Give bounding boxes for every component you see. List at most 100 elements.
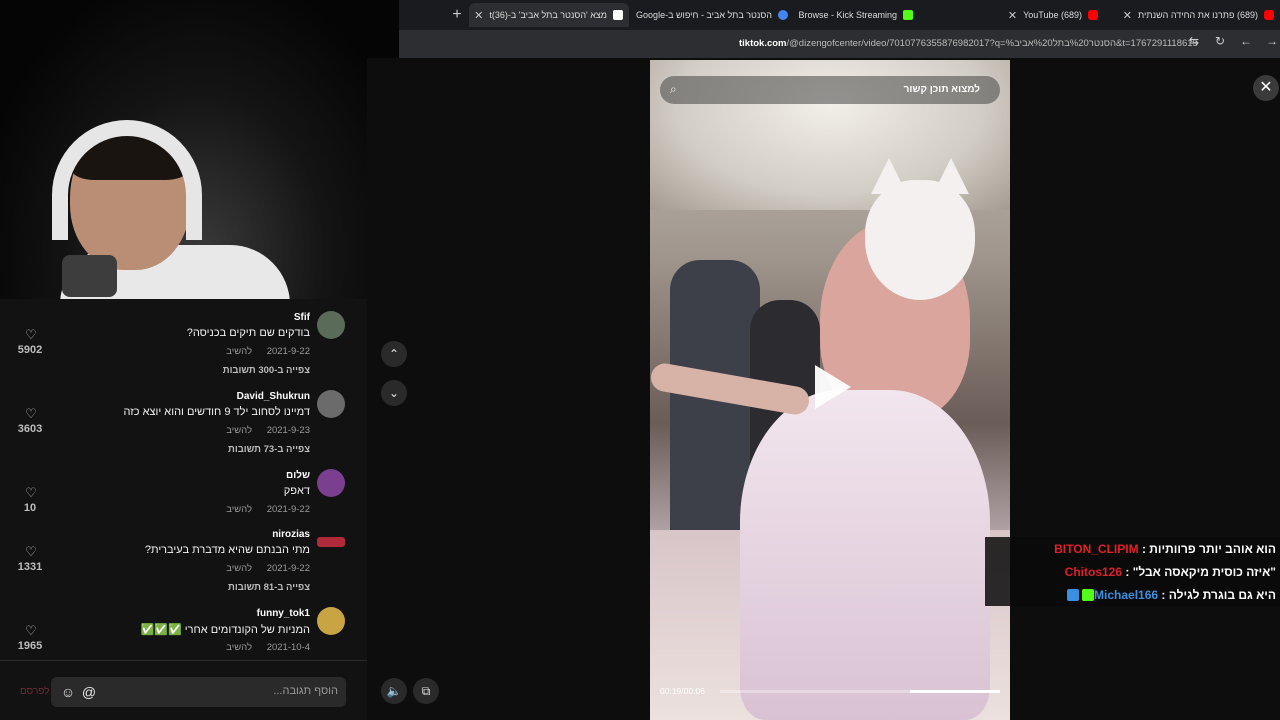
tab-title: הסנטר בתל אביב - חיפוש ב-Google: [636, 10, 772, 20]
view-replies-button[interactable]: צפייה ב-300 תשובות: [223, 365, 310, 376]
browser-tab[interactable]: (689) פתרנו את החידה השנתית ✕: [1114, 3, 1280, 27]
youtube-icon: [1088, 10, 1098, 20]
comments-panel: Sfif בודקים שם תיקים בכניסה? 2021-9-22 ל…: [0, 299, 367, 660]
comment-text: המניות של הקונדומים אחרי ✅✅✅: [140, 624, 310, 636]
comment-date: 2021-10-4: [266, 642, 310, 653]
chat-message: "איזה כוסית מיקאסה אבל" : Chitos126: [985, 560, 1280, 583]
avatar[interactable]: [317, 469, 345, 497]
video-progress-fill: [910, 690, 1000, 693]
comment-author[interactable]: funny_tok1: [257, 608, 310, 619]
like-count: 1965: [17, 640, 43, 652]
comment-date: 2021-9-22: [266, 563, 310, 574]
picture-in-picture-button[interactable]: ⧉: [413, 678, 439, 704]
comment-item: funny_tok1 המניות של הקונדומים אחרי ✅✅✅ …: [0, 600, 367, 660]
comment-text: דמיינו לסחוב ילד 9 חודשים והוא יוצא כזה: [123, 406, 311, 418]
mention-icon[interactable]: @: [81, 684, 97, 700]
heart-icon[interactable]: ♡: [24, 407, 38, 421]
video-time: 00:19/00:06: [660, 686, 705, 696]
heart-icon[interactable]: ♡: [24, 624, 38, 638]
comment-item: Sfif בודקים שם תיקים בכניסה? 2021-9-22 ל…: [0, 304, 367, 379]
related-search-bar[interactable]: ⌕ למצוא תוכן קשור: [660, 76, 1000, 104]
url-text[interactable]: tiktok.com/@dizengofcenter/video/7010776…: [739, 38, 1198, 49]
browser-tab[interactable]: Browse - Kick Streaming ✕: [794, 3, 919, 27]
reply-button[interactable]: להשיב: [226, 563, 252, 574]
tiktok-icon: [613, 10, 623, 20]
volume-button[interactable]: 🔈: [381, 678, 407, 704]
close-tab-icon[interactable]: ✕: [1123, 9, 1132, 22]
video-frame-dress: [740, 390, 990, 720]
previous-video-button[interactable]: ⌃: [381, 341, 407, 367]
chat-username: BITON_CLIPIM: [1054, 541, 1139, 556]
view-replies-button[interactable]: צפייה ב-81 תשובות: [228, 582, 310, 593]
chat-message: היא גם בוגרת לגילה : Michael166: [985, 583, 1280, 606]
search-icon: ⌕: [670, 82, 677, 96]
comment-composer: לפרסם ☺ @: [0, 660, 367, 720]
video-frame-cat-mask: [865, 158, 975, 300]
webcam-microphone: [62, 255, 117, 297]
url-path: /@dizengofcenter/video/70107763558769820…: [786, 38, 1198, 49]
like-count: 5902: [17, 344, 43, 356]
youtube-icon: [1264, 10, 1274, 20]
google-icon: [778, 10, 788, 20]
comment-item: nirozias מתי הבנתם שהיא מדברת בעיברית? 2…: [0, 521, 367, 596]
chat-text: "איזה כוסית מיקאסה אבל" :: [1125, 564, 1276, 579]
browser-tab[interactable]: (689) YouTube ✕: [954, 3, 1104, 27]
heart-icon[interactable]: ♡: [24, 328, 38, 342]
chat-username: Michael166: [1094, 587, 1159, 602]
play-icon[interactable]: [815, 365, 851, 409]
back-icon[interactable]: ←: [1238, 34, 1254, 48]
related-search-text: למצוא תוכן קשור: [903, 84, 980, 95]
browser-tab[interactable]: מצא 'הסנטר בתל אביב' ב-t(36) ✕: [469, 3, 629, 27]
comment-author[interactable]: Sfif: [294, 312, 310, 323]
streamer-webcam: [0, 0, 399, 299]
address-bar[interactable]: tiktok.com/@dizengofcenter/video/7010776…: [399, 30, 1280, 58]
next-video-button[interactable]: ⌄: [381, 380, 407, 406]
like-count: 10: [23, 502, 37, 514]
chat-text: היא גם בוגרת לגילה :: [1161, 587, 1276, 602]
comment-date: 2021-9-22: [266, 504, 310, 515]
comment-author[interactable]: David_Shukrun: [237, 391, 310, 402]
comment-input-box[interactable]: ☺ @: [51, 677, 346, 707]
close-tab-icon[interactable]: ✕: [474, 9, 483, 22]
forward-icon[interactable]: →: [1264, 34, 1280, 48]
heart-icon[interactable]: ♡: [24, 486, 38, 500]
browser-tab-bar: + מצא 'הסנטר בתל אביב' ב-t(36) ✕ הסנטר ב…: [399, 0, 1280, 30]
video-progress-bar[interactable]: [720, 690, 1000, 693]
view-replies-button[interactable]: צפייה ב-73 תשובות: [228, 444, 310, 455]
video-player[interactable]: ⌕ למצוא תוכן קשור 00:19/00:06: [650, 60, 1010, 720]
new-tab-button[interactable]: +: [447, 5, 467, 25]
reply-button[interactable]: להשיב: [226, 504, 252, 515]
reply-button[interactable]: להשיב: [226, 642, 252, 653]
tab-title: (689) YouTube: [1023, 10, 1082, 20]
tab-title: Browse - Kick Streaming: [798, 10, 897, 20]
chat-text: הוא אוהב יותר פרוותיות :: [1141, 541, 1276, 556]
avatar[interactable]: [317, 311, 345, 339]
stream-chat-overlay: הוא אוהב יותר פרוותיות : BITON_CLIPIM "א…: [985, 537, 1280, 606]
comment-author[interactable]: שלום: [286, 470, 310, 481]
avatar[interactable]: [317, 607, 345, 635]
reload-icon[interactable]: ↻: [1212, 34, 1228, 48]
extensions-icon[interactable]: ⇆: [1186, 34, 1202, 48]
avatar[interactable]: [317, 390, 345, 418]
comment-author[interactable]: nirozias: [272, 529, 310, 540]
comment-item: David_Shukrun דמיינו לסחוב ילד 9 חודשים …: [0, 383, 367, 458]
reply-button[interactable]: להשיב: [226, 346, 252, 357]
browser-tab[interactable]: הסנטר בתל אביב - חיפוש ב-Google ✕: [634, 3, 794, 27]
comment-text: בודקים שם תיקים בכניסה?: [186, 327, 310, 339]
post-comment-button[interactable]: לפרסם: [20, 686, 49, 697]
subscriber-badge-icon: [1082, 588, 1095, 601]
comment-text: מתי הבנתם שהיא מדברת בעיברית?: [144, 544, 310, 556]
heart-icon[interactable]: ♡: [24, 545, 38, 559]
chat-message: הוא אוהב יותר פרוותיות : BITON_CLIPIM: [985, 537, 1280, 560]
close-tab-icon[interactable]: ✕: [1008, 9, 1017, 22]
like-count: 3603: [17, 423, 43, 435]
url-host: tiktok.com: [739, 38, 787, 49]
comment-date: 2021-9-23: [266, 425, 310, 436]
close-icon[interactable]: ✕: [1253, 75, 1279, 101]
comment-text: דאפק: [283, 485, 310, 497]
chat-username: Chitos126: [1064, 564, 1123, 579]
comment-input[interactable]: [118, 685, 338, 697]
emoji-icon[interactable]: ☺: [60, 684, 76, 700]
reply-button[interactable]: להשיב: [226, 425, 252, 436]
avatar[interactable]: [317, 537, 345, 547]
